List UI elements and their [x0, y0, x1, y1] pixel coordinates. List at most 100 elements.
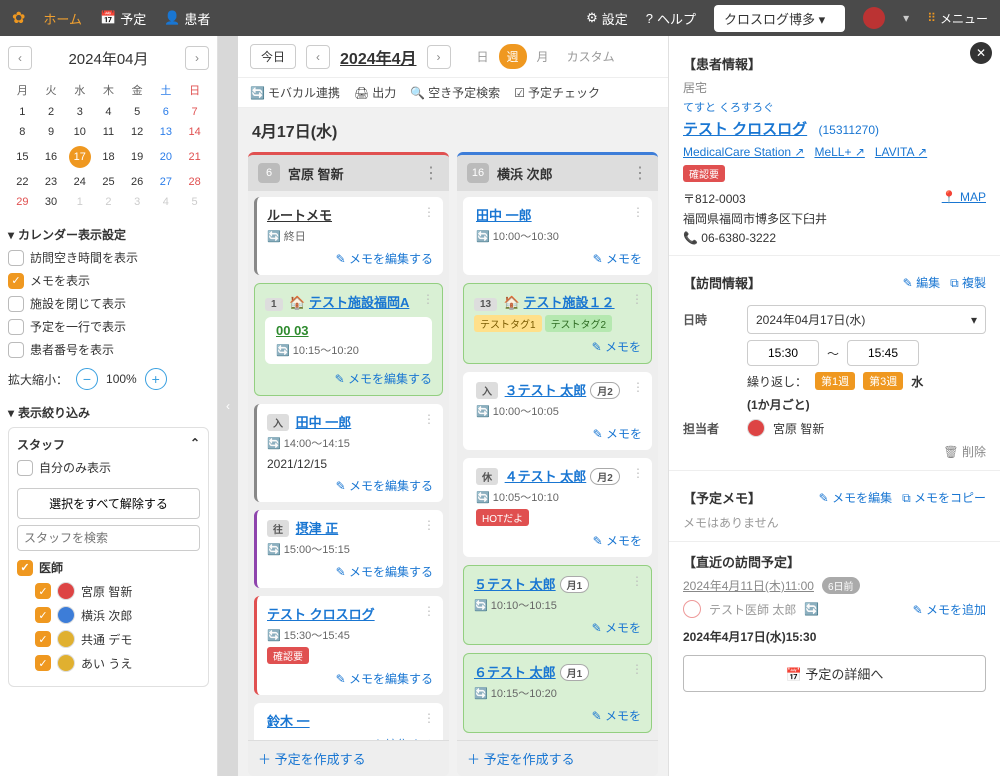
chk-one-line[interactable] [8, 319, 24, 335]
cal-next-button[interactable]: › [185, 46, 209, 70]
card-menu-icon[interactable]: ⋮ [423, 412, 435, 426]
create-schedule-button[interactable]: ＋ 予定を作成する [248, 740, 449, 776]
edit-memo-link[interactable]: ✎ メモを [593, 252, 642, 266]
cal-day[interactable]: 1 [8, 102, 37, 122]
zoom-out-button[interactable]: − [76, 368, 98, 390]
nav-home[interactable]: ホーム [43, 9, 82, 28]
edit-memo-link[interactable]: ✎ メモを [592, 709, 641, 723]
schedule-card[interactable]: ⋮休 ４テスト 太郎月2🔄 10:05～10:10HOTだよ✎ メモを [463, 458, 652, 557]
card-menu-icon[interactable]: ⋮ [423, 205, 435, 219]
tool-export[interactable]: 🖨 出力 [354, 84, 396, 101]
cal-day[interactable]: 11 [94, 122, 123, 142]
link-mell[interactable]: MeLL+ ↗ [814, 145, 864, 159]
card-menu-icon[interactable]: ⋮ [632, 380, 644, 394]
link-lavita[interactable]: LAVITA ↗ [875, 145, 927, 159]
edit-memo-link[interactable]: ✎ メモを編集する [336, 738, 433, 740]
chk-self-only[interactable] [17, 460, 33, 476]
cal-prev-button[interactable]: ‹ [8, 46, 32, 70]
cal-day[interactable]: 21 [180, 142, 209, 172]
link-mcs[interactable]: MedicalCare Station ↗ [683, 145, 804, 159]
cal-day[interactable]: 3 [65, 102, 94, 122]
schedule-card[interactable]: ⋮入 ３テスト 太郎月2🔄 10:00～10:05✎ メモを [463, 372, 652, 450]
cal-day[interactable]: 16 [37, 142, 66, 172]
chk-empty-slots[interactable] [8, 250, 24, 266]
chk-collapse-facility[interactable] [8, 296, 24, 312]
edit-memo-link[interactable]: ✎ メモを編集する [336, 672, 433, 686]
card-menu-icon[interactable]: ⋮ [631, 662, 643, 676]
staff-collapse-icon[interactable]: ⌃ [190, 436, 200, 453]
column-menu-icon[interactable]: ⋮ [423, 163, 439, 183]
filter-head[interactable]: ▾ 表示絞り込み [8, 404, 209, 421]
cal-day[interactable]: 24 [65, 172, 94, 192]
visit-time-from[interactable] [747, 340, 819, 366]
tool-search-free[interactable]: 🔍 空き予定検索 [410, 84, 500, 101]
today-button[interactable]: 今日 [250, 44, 296, 69]
current-month[interactable]: 2024年4月 [340, 45, 417, 69]
cal-day[interactable]: 18 [94, 142, 123, 172]
staff-search-input[interactable] [17, 525, 200, 551]
cal-day[interactable]: 13 [152, 122, 181, 142]
copy-visit-link[interactable]: ⧉ 複製 [950, 274, 986, 291]
card-menu-icon[interactable]: ⋮ [632, 205, 644, 219]
edit-memo-link[interactable]: ✎ メモを [593, 534, 642, 548]
edit-memo-link[interactable]: ✎ メモを [592, 621, 641, 635]
schedule-card[interactable]: ⋮13 🏠 テスト施設１２テストタグ1テストタグ2✎ メモを [463, 283, 652, 364]
cal-day[interactable]: 26 [123, 172, 152, 192]
cal-day[interactable]: 5 [180, 192, 209, 212]
prev-period-button[interactable]: ‹ [306, 45, 330, 69]
nav-settings[interactable]: ⚙ 設定 [586, 9, 628, 28]
cal-day[interactable]: 28 [180, 172, 209, 192]
memo-add-link[interactable]: ✎ メモを追加 [913, 601, 986, 618]
cal-day[interactable]: 27 [152, 172, 181, 192]
chk-show-memo[interactable]: ✓ [8, 273, 24, 289]
next-period-button[interactable]: › [427, 45, 451, 69]
edit-memo-link[interactable]: ✎ メモを編集する [336, 479, 433, 493]
view-month[interactable]: 月 [529, 44, 557, 69]
cal-day[interactable]: 19 [123, 142, 152, 172]
edit-memo-link[interactable]: ✎ メモを [593, 427, 642, 441]
delete-visit-link[interactable]: 🗑 削除 [683, 443, 986, 460]
tool-mobakaru[interactable]: 🔄 モバカル連携 [250, 84, 340, 101]
sidebar-collapse-button[interactable]: ‹ [218, 36, 238, 776]
cal-day[interactable]: 2 [37, 102, 66, 122]
patient-name-link[interactable]: テスト クロスログ [683, 121, 807, 138]
card-menu-icon[interactable]: ⋮ [423, 518, 435, 532]
tool-check[interactable]: ☑ 予定チェック [514, 84, 600, 101]
edit-visit-link[interactable]: ✎ 編集 [903, 274, 940, 291]
nav-help[interactable]: ? ヘルプ [646, 9, 696, 28]
cal-day[interactable]: 14 [180, 122, 209, 142]
cal-day[interactable]: 6 [152, 102, 181, 122]
cal-day[interactable]: 29 [8, 192, 37, 212]
column-menu-icon[interactable]: ⋮ [632, 163, 648, 183]
user-avatar[interactable] [863, 7, 885, 29]
chk-patient-no[interactable] [8, 342, 24, 358]
schedule-card[interactable]: ⋮５テスト 太郎月1🔄 10:10～10:15✎ メモを [463, 565, 652, 645]
visit-time-to[interactable] [847, 340, 919, 366]
memo-edit-link[interactable]: ✎ メモを編集 [819, 489, 892, 506]
view-week[interactable]: 週 [499, 44, 527, 69]
schedule-card[interactable]: ⋮往 摂津 正🔄 15:00～15:15✎ メモを編集する [254, 510, 443, 588]
menu-button[interactable]: ⠿ メニュー [927, 10, 988, 27]
schedule-card[interactable]: ⋮ルートメモ🔄 終日✎ メモを編集する [254, 197, 443, 275]
card-menu-icon[interactable]: ⋮ [422, 292, 434, 306]
schedule-card[interactable]: ⋮６テスト 太郎月1🔄 10:15～10:20✎ メモを [463, 653, 652, 733]
nav-patients[interactable]: 👤 患者 [164, 9, 210, 28]
cal-day[interactable]: 22 [8, 172, 37, 192]
card-menu-icon[interactable]: ⋮ [631, 574, 643, 588]
cal-day[interactable]: 30 [37, 192, 66, 212]
cal-day[interactable]: 17 [65, 142, 94, 172]
cal-day[interactable]: 10 [65, 122, 94, 142]
create-schedule-button[interactable]: ＋ 予定を作成する [457, 740, 658, 776]
chk-doctor-group[interactable]: ✓ [17, 560, 33, 576]
cal-day[interactable]: 3 [123, 192, 152, 212]
card-menu-icon[interactable]: ⋮ [632, 466, 644, 480]
close-panel-button[interactable]: ✕ [970, 42, 992, 64]
schedule-card[interactable]: ⋮入 田中 一郎🔄 14:00～14:152021/12/15✎ メモを編集する [254, 404, 443, 502]
cal-day[interactable]: 25 [94, 172, 123, 192]
display-settings-head[interactable]: ▾ カレンダー表示設定 [8, 226, 209, 243]
location-select[interactable]: クロスログ博多 ▾ [714, 5, 845, 32]
view-day[interactable]: 日 [469, 44, 497, 69]
recent-visit-link[interactable]: 2024年4月11日(木)11:00 [683, 577, 814, 594]
cal-day[interactable]: 7 [180, 102, 209, 122]
card-menu-icon[interactable]: ⋮ [423, 711, 435, 725]
